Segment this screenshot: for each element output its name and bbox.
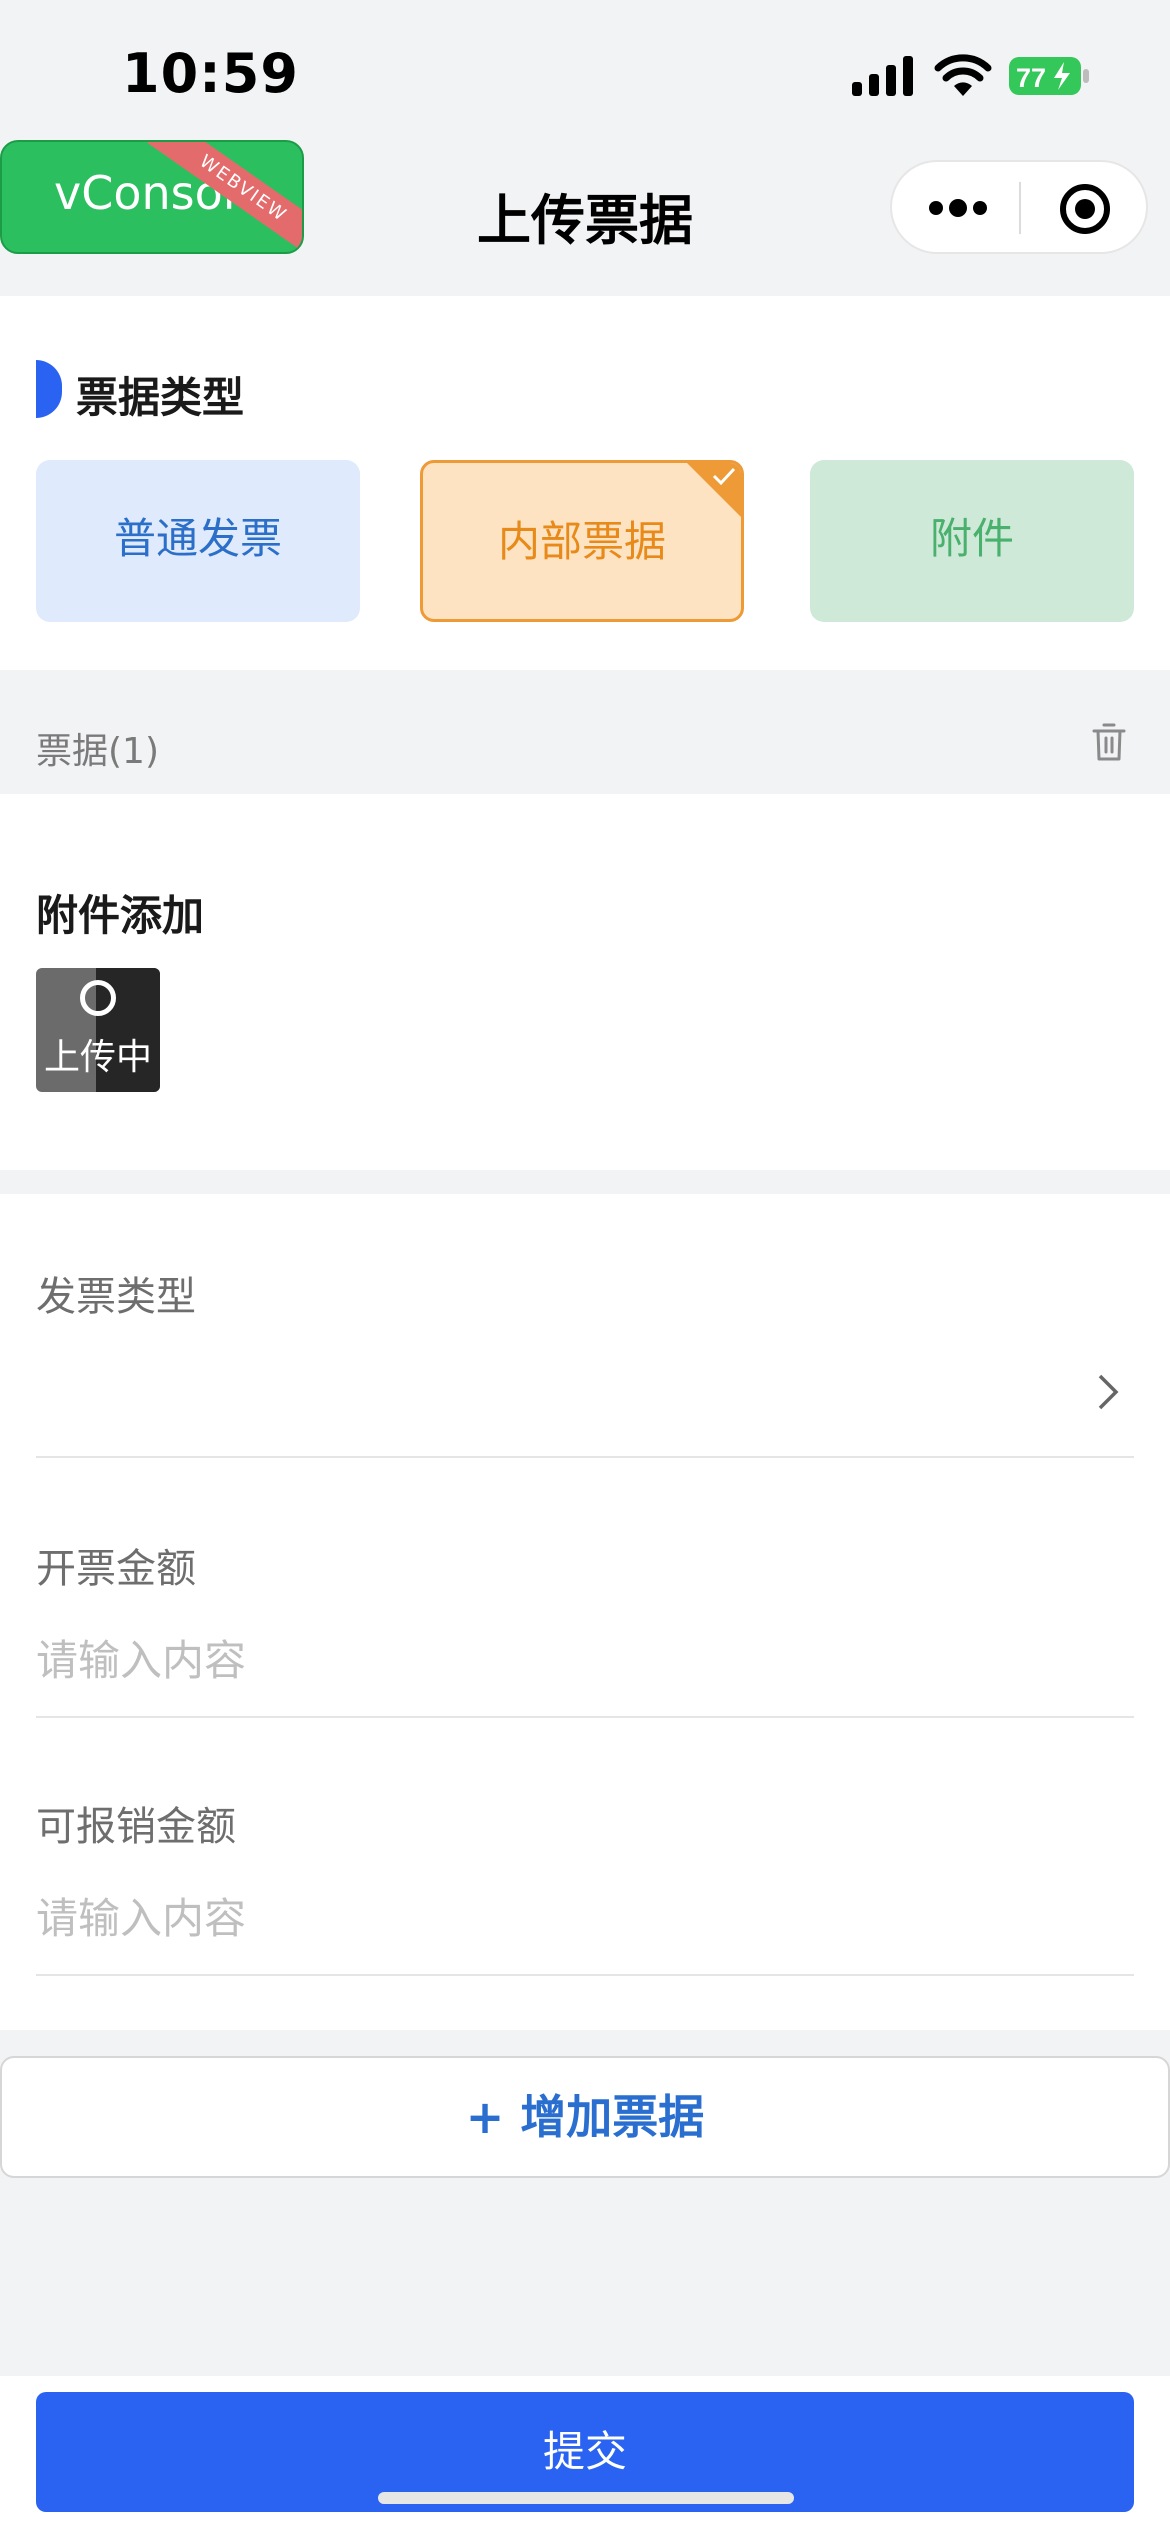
receipt-form: 发票类型 开票金额 可报销金额 — [0, 1194, 1170, 2030]
battery-icon: 77 — [1009, 57, 1089, 95]
amount-label: 开票金额 — [36, 1546, 196, 1592]
section-title: 票据类型 — [76, 373, 245, 422]
reimbursable-amount-input[interactable] — [36, 1888, 1036, 1948]
type-option-internal-receipt[interactable]: 内部票据 — [420, 460, 744, 622]
check-icon — [712, 467, 736, 486]
invoice-type-label: 发票类型 — [36, 1274, 196, 1320]
amount-input[interactable] — [36, 1630, 1036, 1690]
field-divider — [36, 1456, 1134, 1458]
footer-bar: 提交 — [0, 2376, 1170, 2532]
type-option-attachment[interactable]: 附件 — [810, 460, 1134, 622]
receipt-count-label: 票据(1) — [36, 731, 159, 772]
invoice-type-select[interactable] — [36, 1362, 1036, 1422]
loading-spinner-icon — [80, 980, 116, 1016]
section-accent-bar — [36, 360, 62, 418]
cellular-signal-icon — [852, 56, 913, 96]
type-option-normal-invoice[interactable]: 普通发票 — [36, 460, 360, 622]
mini-program-capsule — [890, 160, 1148, 254]
close-target-icon[interactable] — [1058, 182, 1112, 236]
battery-level: 77 — [1016, 63, 1046, 93]
add-receipt-button[interactable]: + 增加票据 — [0, 2056, 1170, 2178]
attachment-title: 附件添加 — [36, 891, 205, 940]
status-time: 10:59 — [122, 42, 299, 105]
capsule-divider — [1019, 182, 1021, 234]
upload-status: 上传中 — [43, 1037, 152, 1078]
type-option-label: 内部票据 — [497, 517, 666, 566]
attachment-thumbnail[interactable]: 上传中 — [36, 968, 160, 1092]
field-divider — [36, 1974, 1134, 1976]
receipt-type-section: 票据类型 普通发票 内部票据 附件 — [0, 296, 1170, 670]
chevron-right-icon — [1098, 1374, 1119, 1410]
trash-icon[interactable] — [1092, 722, 1126, 762]
wifi-icon — [934, 54, 992, 96]
attachment-section: 附件添加 上传中 — [0, 794, 1170, 1170]
reimbursable-amount-label: 可报销金额 — [36, 1804, 236, 1850]
field-divider — [36, 1716, 1134, 1718]
more-icon[interactable] — [928, 198, 988, 218]
home-indicator — [378, 2492, 794, 2504]
